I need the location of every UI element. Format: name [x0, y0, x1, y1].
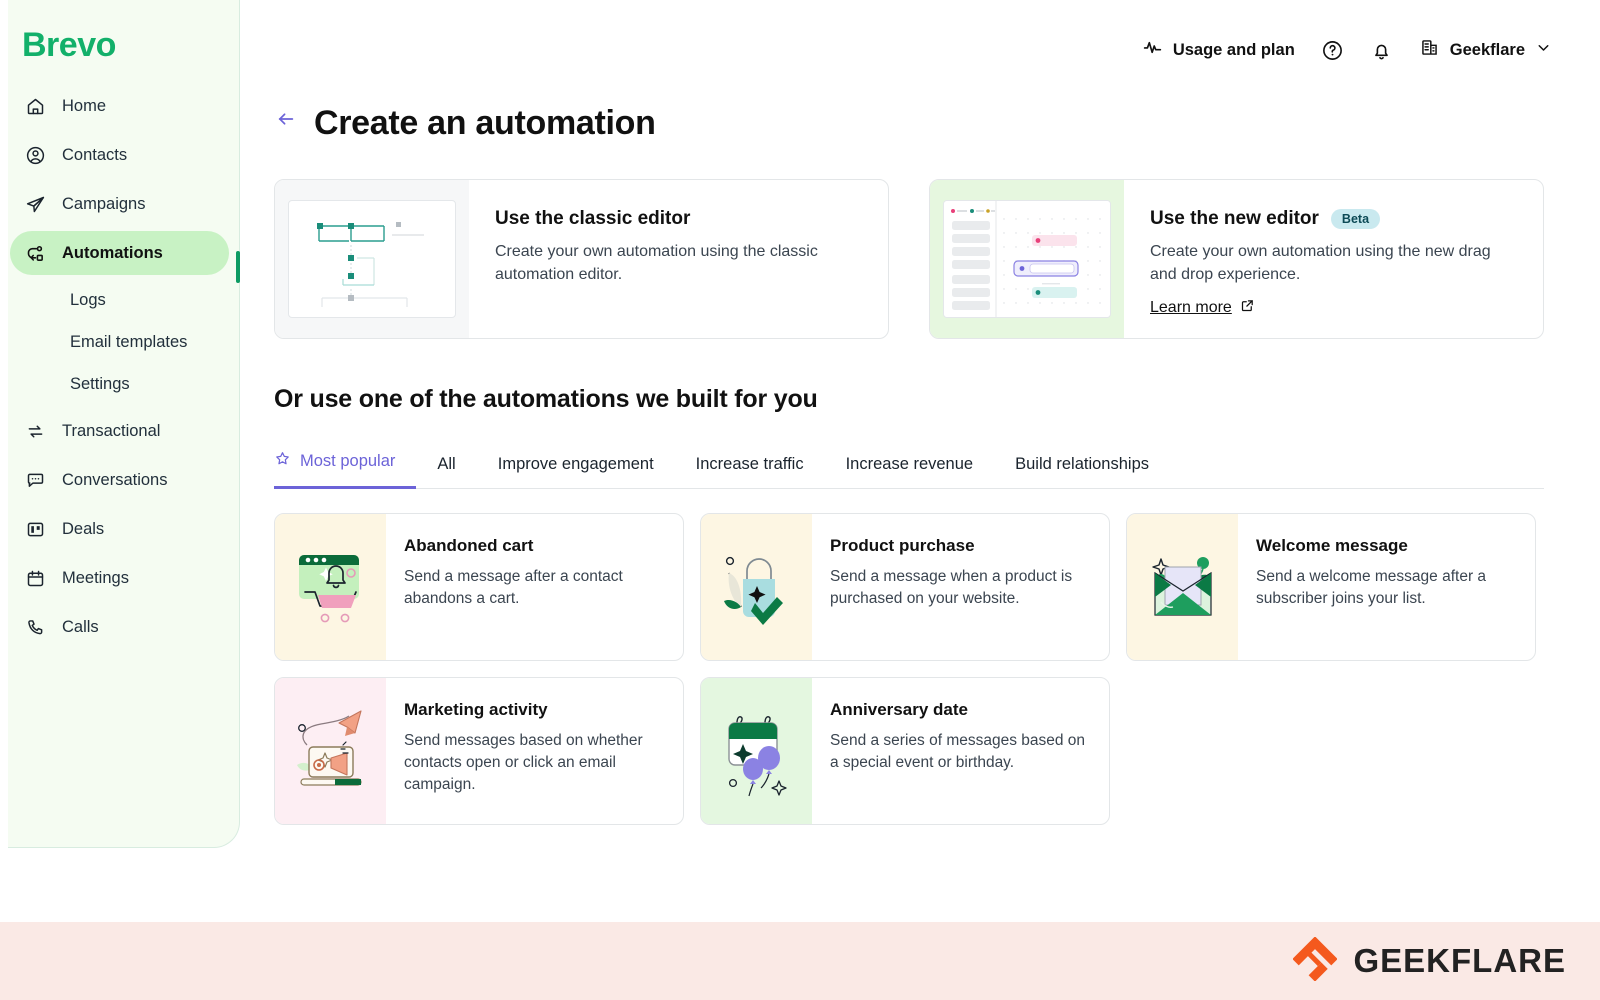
- tab-label: Build relationships: [1015, 455, 1150, 474]
- automation-card-title: Welcome message: [1256, 536, 1408, 556]
- sidebar-item-contacts[interactable]: Contacts: [10, 133, 229, 177]
- exchange-icon: [24, 420, 46, 442]
- automation-card-welcome-message[interactable]: Welcome message Send a welcome message a…: [1126, 513, 1536, 662]
- automation-card-title: Product purchase: [830, 536, 975, 556]
- learn-more-link[interactable]: Learn more: [1150, 298, 1255, 318]
- main-content: Create an automation Use the classic edi…: [240, 0, 1600, 1000]
- star-icon: [274, 450, 291, 472]
- sidebar-item-home[interactable]: Home: [10, 84, 229, 128]
- tab-label: Most popular: [300, 451, 396, 470]
- board-icon: [24, 518, 46, 540]
- classic-editor-title: Use the classic editor: [495, 208, 691, 229]
- section-title: Or use one of the automations we built f…: [274, 385, 818, 414]
- sidebar-item-label: Transactional: [62, 421, 161, 440]
- classic-editor-card[interactable]: Use the classic editor Create your own a…: [274, 179, 889, 340]
- tab-increase-revenue[interactable]: Increase revenue: [825, 449, 995, 488]
- sidebar-item-label: Meetings: [62, 568, 129, 587]
- paper-plane-icon: [24, 193, 46, 215]
- automation-card-desc: Send a message after a contact abandons …: [404, 568, 623, 608]
- automation-card-desc: Send messages based on whether contacts …: [404, 732, 643, 794]
- automation-card-anniversary-date[interactable]: Anniversary date Send a series of messag…: [700, 677, 1110, 826]
- tab-increase-traffic[interactable]: Increase traffic: [675, 449, 825, 488]
- tab-label: Increase revenue: [845, 455, 974, 474]
- home-icon: [24, 95, 46, 117]
- automation-card-title: Abandoned cart: [404, 536, 534, 556]
- new-editor-title: Use the new editor: [1150, 208, 1319, 229]
- automation-card-desc: Send a welcome message after a subscribe…: [1256, 568, 1487, 608]
- geekflare-logo-icon: [1292, 935, 1339, 986]
- sidebar-item-label: Campaigns: [62, 194, 146, 213]
- back-arrow-icon[interactable]: [274, 108, 298, 139]
- sidebar-item-email-templates[interactable]: Email templates: [18, 322, 229, 362]
- calendar-icon: [24, 567, 46, 589]
- sidebar-subitem-label: Settings: [70, 374, 130, 393]
- learn-more-label: Learn more: [1150, 299, 1232, 317]
- sidebar-item-calls[interactable]: Calls: [10, 605, 229, 649]
- sidebar-item-label: Deals: [62, 519, 105, 538]
- laptop-megaphone-illustration: [275, 678, 386, 825]
- sidebar-item-settings[interactable]: Settings: [18, 364, 229, 404]
- sidebar-item-label: Automations: [62, 243, 163, 262]
- tab-most-popular[interactable]: Most popular: [274, 444, 417, 490]
- automation-templates-grid: Abandoned cart Send a message after a co…: [274, 513, 1544, 826]
- new-editor-desc: Create your own automation using the new…: [1150, 243, 1491, 284]
- tab-label: Improve engagement: [497, 455, 654, 474]
- user-circle-icon: [24, 144, 46, 166]
- external-link-icon: [1240, 298, 1255, 318]
- new-editor-card[interactable]: Use the new editor Beta Create your own …: [929, 179, 1544, 340]
- footer-watermark-strip: GEEKFLARE: [0, 922, 1600, 1000]
- automation-icon: [24, 242, 46, 264]
- editor-options: Use the classic editor Create your own a…: [274, 179, 1544, 340]
- automation-card-title: Anniversary date: [830, 700, 968, 720]
- automation-card-product-purchase[interactable]: Product purchase Send a message when a p…: [700, 513, 1110, 662]
- sidebar-subitem-label: Logs: [70, 290, 106, 309]
- page-header: Create an automation: [274, 104, 1544, 143]
- envelope-illustration: [1127, 514, 1238, 661]
- sidebar-item-label: Conversations: [62, 470, 168, 489]
- brevo-logo[interactable]: Brevo: [8, 28, 239, 62]
- beta-badge: Beta: [1330, 209, 1381, 229]
- automation-card-abandoned-cart[interactable]: Abandoned cart Send a message after a co…: [274, 513, 684, 662]
- geekflare-watermark-text: GEEKFLARE: [1353, 942, 1566, 979]
- automation-card-marketing-activity[interactable]: Marketing activity Send messages based o…: [274, 677, 684, 826]
- automation-card-desc: Send a series of messages based on a spe…: [830, 732, 1086, 772]
- sidebar-item-deals[interactable]: Deals: [10, 507, 229, 551]
- tab-build-relationships[interactable]: Build relationships: [994, 449, 1170, 488]
- sidebar: Brevo Home Contacts Campaigns Automation…: [8, 0, 240, 848]
- page-title: Create an automation: [314, 104, 656, 142]
- app-root: Brevo Home Contacts Campaigns Automation…: [0, 0, 1600, 1000]
- tab-improve-engagement[interactable]: Improve engagement: [477, 449, 675, 488]
- automation-card-desc: Send a message when a product is purchas…: [830, 568, 1073, 608]
- sidebar-item-campaigns[interactable]: Campaigns: [10, 182, 229, 226]
- sidebar-item-label: Home: [62, 96, 107, 115]
- sidebar-item-meetings[interactable]: Meetings: [10, 556, 229, 600]
- shopping-bag-illustration: [701, 514, 812, 661]
- abandoned-cart-illustration: [275, 514, 386, 661]
- sidebar-item-label: Calls: [62, 617, 99, 636]
- sidebar-item-transactional[interactable]: Transactional: [10, 409, 229, 453]
- sidebar-item-logs[interactable]: Logs: [18, 280, 229, 320]
- classic-editor-thumbnail: [275, 180, 469, 339]
- tab-label: All: [437, 455, 456, 474]
- sidebar-item-automations[interactable]: Automations: [10, 231, 229, 275]
- sidebar-item-conversations[interactable]: Conversations: [10, 458, 229, 502]
- automation-card-title: Marketing activity: [404, 700, 548, 720]
- sidebar-item-label: Contacts: [62, 145, 128, 164]
- chat-icon: [24, 469, 46, 491]
- sidebar-subitem-label: Email templates: [70, 332, 188, 351]
- new-editor-thumbnail: [930, 180, 1124, 339]
- tab-all[interactable]: All: [416, 449, 476, 488]
- calendar-balloons-illustration: [701, 678, 812, 825]
- category-tabs: Most popular All Improve engagement Incr…: [274, 444, 1544, 490]
- phone-icon: [24, 616, 46, 638]
- classic-editor-desc: Create your own automation using the cla…: [495, 243, 818, 284]
- tab-label: Increase traffic: [695, 455, 804, 474]
